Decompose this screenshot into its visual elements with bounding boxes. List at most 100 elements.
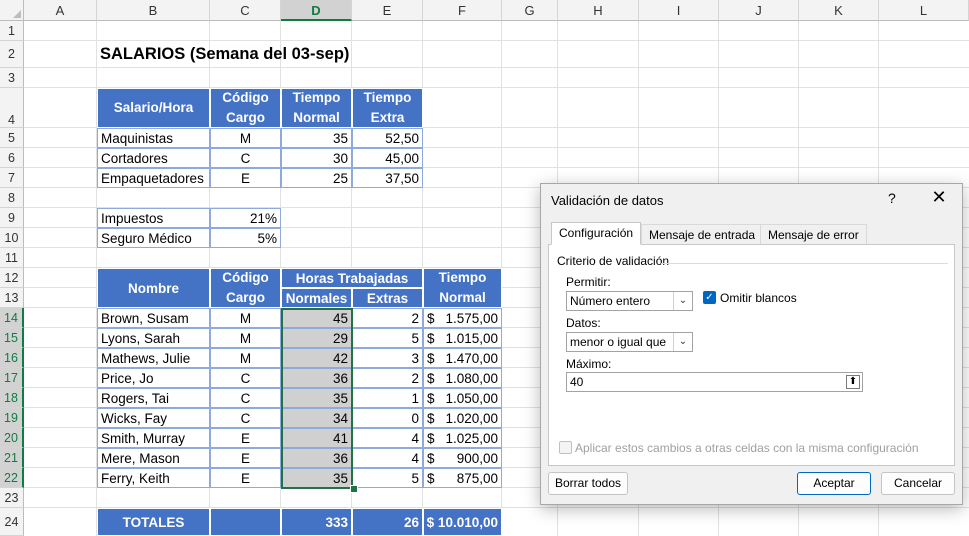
column-header[interactable]: J [719, 0, 799, 21]
table-cell[interactable]: C [210, 408, 281, 428]
table-cell[interactable]: Seguro Médico [97, 228, 210, 248]
table-cell[interactable]: 5 [352, 328, 423, 348]
column-header[interactable]: D [281, 0, 352, 21]
table-cell[interactable]: Wicks, Fay [97, 408, 210, 428]
table-header[interactable]: Tiempo Normal [423, 268, 502, 308]
chevron-down-icon[interactable]: ⌄ [673, 292, 692, 310]
table-cell[interactable]: Ferry, Keith [97, 468, 210, 488]
table-cell[interactable]: M [210, 348, 281, 368]
table-cell[interactable]: E [210, 448, 281, 468]
table-header[interactable]: Código Cargo [210, 88, 281, 128]
fill-handle[interactable] [350, 485, 358, 493]
table-header[interactable]: Horas Trabajadas [281, 268, 423, 288]
table-cell[interactable]: $1.025,00 [423, 428, 502, 448]
help-icon[interactable]: ? [888, 190, 896, 206]
table-cell[interactable]: Rogers, Tai [97, 388, 210, 408]
table-cell[interactable]: 41 [281, 428, 352, 448]
column-header[interactable]: F [423, 0, 502, 21]
maximo-input[interactable]: 40 ⬆ [566, 372, 863, 392]
table-header[interactable]: Tiempo Normal [281, 88, 352, 128]
table-cell[interactable]: C [210, 388, 281, 408]
tab-mensaje-error[interactable]: Mensaje de error [760, 224, 867, 244]
table-cell[interactable]: Impuestos [97, 208, 210, 228]
apply-all-checkbox[interactable] [559, 441, 572, 454]
row-header[interactable]: 22 [0, 468, 24, 488]
row-header[interactable]: 6 [0, 148, 24, 168]
table-header[interactable]: Extras [352, 288, 423, 308]
omitir-blancos-checkbox[interactable]: ✓ [703, 291, 716, 304]
table-cell[interactable]: Cortadores [97, 148, 210, 168]
row-header[interactable]: 8 [0, 188, 24, 208]
column-header[interactable]: L [879, 0, 969, 21]
row-header[interactable]: 1 [0, 21, 24, 41]
table-cell[interactable]: E [210, 168, 281, 188]
row-header[interactable]: 16 [0, 348, 24, 368]
row-header[interactable]: 4 [0, 88, 24, 128]
row-header[interactable]: 12 [0, 268, 24, 288]
table-cell[interactable]: 45 [281, 308, 352, 328]
row-header[interactable]: 7 [0, 168, 24, 188]
ok-button[interactable]: Aceptar [797, 472, 871, 495]
sheet-title[interactable]: SALARIOS (Semana del 03-sep) [97, 41, 423, 68]
column-header[interactable]: A [24, 0, 97, 21]
row-header[interactable]: 19 [0, 408, 24, 428]
table-cell[interactable]: Empaquetadores [97, 168, 210, 188]
table-cell[interactable]: 0 [352, 408, 423, 428]
row-header[interactable]: 3 [0, 68, 24, 88]
column-header[interactable]: C [210, 0, 281, 21]
table-cell[interactable]: 45,00 [352, 148, 423, 168]
table-cell[interactable]: Brown, Susam [97, 308, 210, 328]
table-cell[interactable]: Mathews, Julie [97, 348, 210, 368]
table-cell[interactable]: Maquinistas [97, 128, 210, 148]
table-cell[interactable]: 2 [352, 308, 423, 328]
table-cell[interactable]: 34 [281, 408, 352, 428]
close-icon[interactable]: ✕ [929, 187, 949, 208]
row-header[interactable]: 13 [0, 288, 24, 308]
table-cell[interactable]: Mere, Mason [97, 448, 210, 468]
table-cell[interactable]: $1.020,00 [423, 408, 502, 428]
row-header[interactable]: 9 [0, 208, 24, 228]
table-cell[interactable]: 42 [281, 348, 352, 368]
table-cell[interactable]: 21% [210, 208, 281, 228]
table-cell[interactable]: M [210, 328, 281, 348]
table-cell[interactable]: 4 [352, 448, 423, 468]
table-cell[interactable]: C [210, 148, 281, 168]
row-header[interactable]: 17 [0, 368, 24, 388]
table-header[interactable]: Tiempo Extra [352, 88, 423, 128]
column-header[interactable]: G [502, 0, 558, 21]
table-cell[interactable]: $1.080,00 [423, 368, 502, 388]
table-cell[interactable]: 37,50 [352, 168, 423, 188]
table-cell[interactable]: M [210, 128, 281, 148]
table-cell[interactable]: 25 [281, 168, 352, 188]
row-header[interactable]: 24 [0, 508, 24, 536]
column-header[interactable]: B [97, 0, 210, 21]
table-cell[interactable]: 30 [281, 148, 352, 168]
table-cell[interactable]: 5% [210, 228, 281, 248]
table-cell[interactable]: E [210, 428, 281, 448]
table-cell[interactable]: Smith, Murray [97, 428, 210, 448]
table-cell[interactable]: M [210, 308, 281, 328]
table-cell[interactable]: $1.050,00 [423, 388, 502, 408]
row-header[interactable]: 18 [0, 388, 24, 408]
tab-mensaje-entrada[interactable]: Mensaje de entrada [641, 224, 764, 244]
clear-all-button[interactable]: Borrar todos [548, 472, 628, 495]
table-cell[interactable]: 5 [352, 468, 423, 488]
column-header[interactable]: I [639, 0, 719, 21]
table-cell[interactable]: 2 [352, 368, 423, 388]
row-header[interactable]: 14 [0, 308, 24, 328]
table-cell[interactable]: $1.575,00 [423, 308, 502, 328]
table-header[interactable]: Salario/Hora [97, 88, 210, 128]
table-cell[interactable]: 36 [281, 368, 352, 388]
table-cell[interactable]: $900,00 [423, 448, 502, 468]
table-header[interactable]: Código Cargo [210, 268, 281, 308]
collapse-dialog-icon[interactable]: ⬆ [846, 375, 860, 389]
table-cell[interactable]: 4 [352, 428, 423, 448]
row-header[interactable]: 21 [0, 448, 24, 468]
row-header[interactable]: 10 [0, 228, 24, 248]
cancel-button[interactable]: Cancelar [881, 472, 955, 495]
column-header[interactable]: H [558, 0, 639, 21]
table-header[interactable]: Nombre [97, 268, 210, 308]
row-header[interactable]: 20 [0, 428, 24, 448]
row-header[interactable]: 2 [0, 41, 24, 68]
table-cell[interactable]: 35 [281, 468, 352, 488]
